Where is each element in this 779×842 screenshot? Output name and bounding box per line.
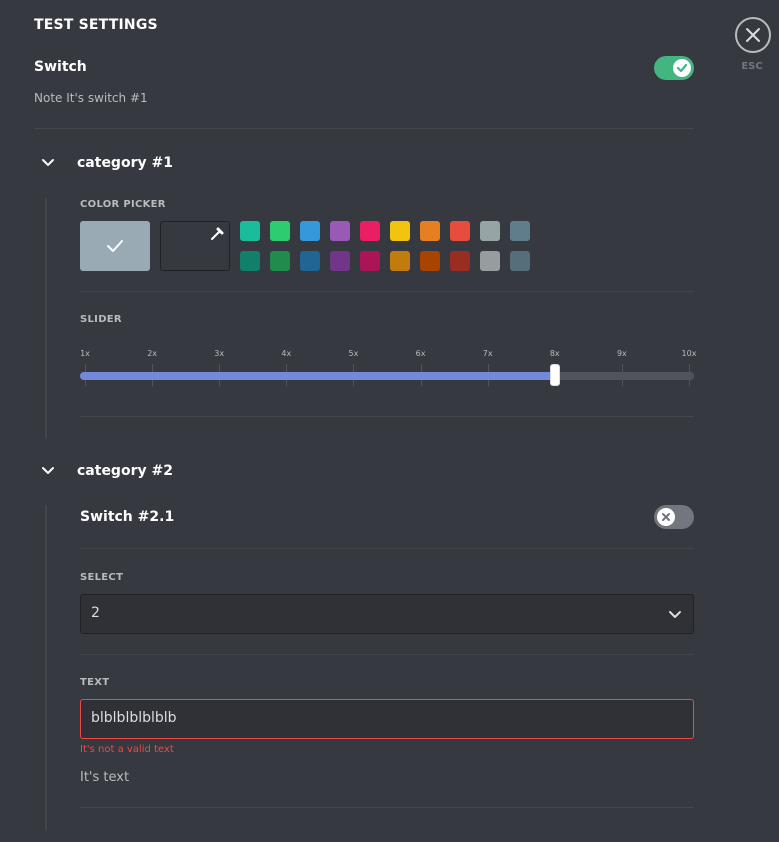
category2-guide-line — [45, 505, 47, 830]
color-swatch[interactable] — [300, 221, 320, 241]
divider — [80, 654, 694, 655]
select-label: SELECT — [80, 572, 124, 583]
chevron-down-icon — [42, 467, 54, 474]
select-dropdown[interactable]: 2 — [80, 594, 694, 634]
switch-note: Note It's switch #1 — [34, 91, 148, 105]
slider-tick — [689, 364, 690, 386]
switch-label: Switch — [34, 59, 87, 75]
color-swatch[interactable] — [480, 221, 500, 241]
slider[interactable]: 1x 2x 3x 4x 5x 6x 7x 8x 9x 10x — [72, 348, 702, 393]
check-icon — [107, 240, 123, 252]
color-swatch[interactable] — [510, 221, 530, 241]
slider-tick-label: 9x — [616, 349, 627, 358]
color-swatch[interactable] — [510, 251, 530, 271]
color-swatch[interactable] — [450, 221, 470, 241]
x-icon — [662, 513, 670, 521]
chevron-down-icon — [669, 611, 681, 618]
category1-title: category #1 — [77, 155, 173, 171]
category1-guide-line — [45, 198, 47, 438]
divider — [80, 548, 694, 549]
slider-tick — [621, 364, 623, 386]
slider-tick-label: 1x — [80, 349, 90, 358]
color-swatch[interactable] — [390, 221, 410, 241]
page-title: TEST SETTINGS — [34, 17, 158, 33]
text-input[interactable]: blblblblblblb — [80, 699, 694, 739]
esc-label: ESC — [741, 61, 763, 72]
category1-collapse-toggle[interactable] — [40, 155, 56, 175]
close-button[interactable] — [735, 17, 771, 53]
chevron-down-icon — [42, 159, 54, 166]
color-swatch[interactable] — [360, 221, 380, 241]
color-swatch[interactable] — [240, 251, 260, 271]
color-swatch[interactable] — [330, 221, 350, 241]
default-color-swatch[interactable] — [80, 221, 150, 271]
color-swatch[interactable] — [390, 251, 410, 271]
slider-tick-label: 4x — [281, 349, 292, 358]
slider-tick-label: 2x — [147, 349, 158, 358]
color-swatch[interactable] — [450, 251, 470, 271]
slider-tick-label: 5x — [348, 349, 359, 358]
color-swatch[interactable] — [270, 221, 290, 241]
divider — [34, 128, 694, 129]
color-swatch[interactable] — [480, 251, 500, 271]
switch-toggle[interactable] — [654, 56, 694, 80]
slider-tick-label: 3x — [214, 349, 225, 358]
color-swatch[interactable] — [420, 251, 440, 271]
color-swatch[interactable] — [360, 251, 380, 271]
select-value: 2 — [91, 605, 100, 621]
slider-handle[interactable] — [549, 364, 560, 386]
custom-color-swatch[interactable] — [160, 221, 230, 271]
switch-2-1-label: Switch #2.1 — [80, 509, 175, 525]
divider — [80, 291, 694, 292]
slider-label: SLIDER — [80, 314, 122, 325]
color-swatch-grid — [240, 221, 540, 271]
close-icon — [746, 28, 760, 42]
category2-collapse-toggle[interactable] — [40, 463, 56, 483]
color-swatch[interactable] — [270, 251, 290, 271]
divider — [80, 416, 694, 417]
text-label: TEXT — [80, 677, 110, 688]
color-swatch[interactable] — [240, 221, 260, 241]
divider — [80, 807, 694, 808]
color-swatch[interactable] — [420, 221, 440, 241]
switch-2-1-toggle[interactable] — [654, 505, 694, 529]
color-swatch[interactable] — [330, 251, 350, 271]
slider-tick-label: 7x — [482, 349, 493, 358]
check-icon — [676, 63, 688, 73]
toggle-knob — [673, 59, 691, 77]
category2-title: category #2 — [77, 463, 173, 479]
text-error: It's not a valid text — [80, 744, 174, 755]
slider-tick-label: 8x — [549, 349, 560, 358]
text-note: It's text — [80, 770, 130, 785]
slider-tick-label: 10x — [681, 349, 697, 358]
color-swatch[interactable] — [300, 251, 320, 271]
slider-tick-label: 6x — [415, 349, 426, 358]
eyedropper-icon — [211, 227, 224, 240]
color-picker-label: COLOR PICKER — [80, 199, 166, 210]
slider-fill — [80, 372, 555, 380]
toggle-knob — [657, 508, 675, 526]
text-input-value: blblblblblblb — [91, 710, 177, 726]
